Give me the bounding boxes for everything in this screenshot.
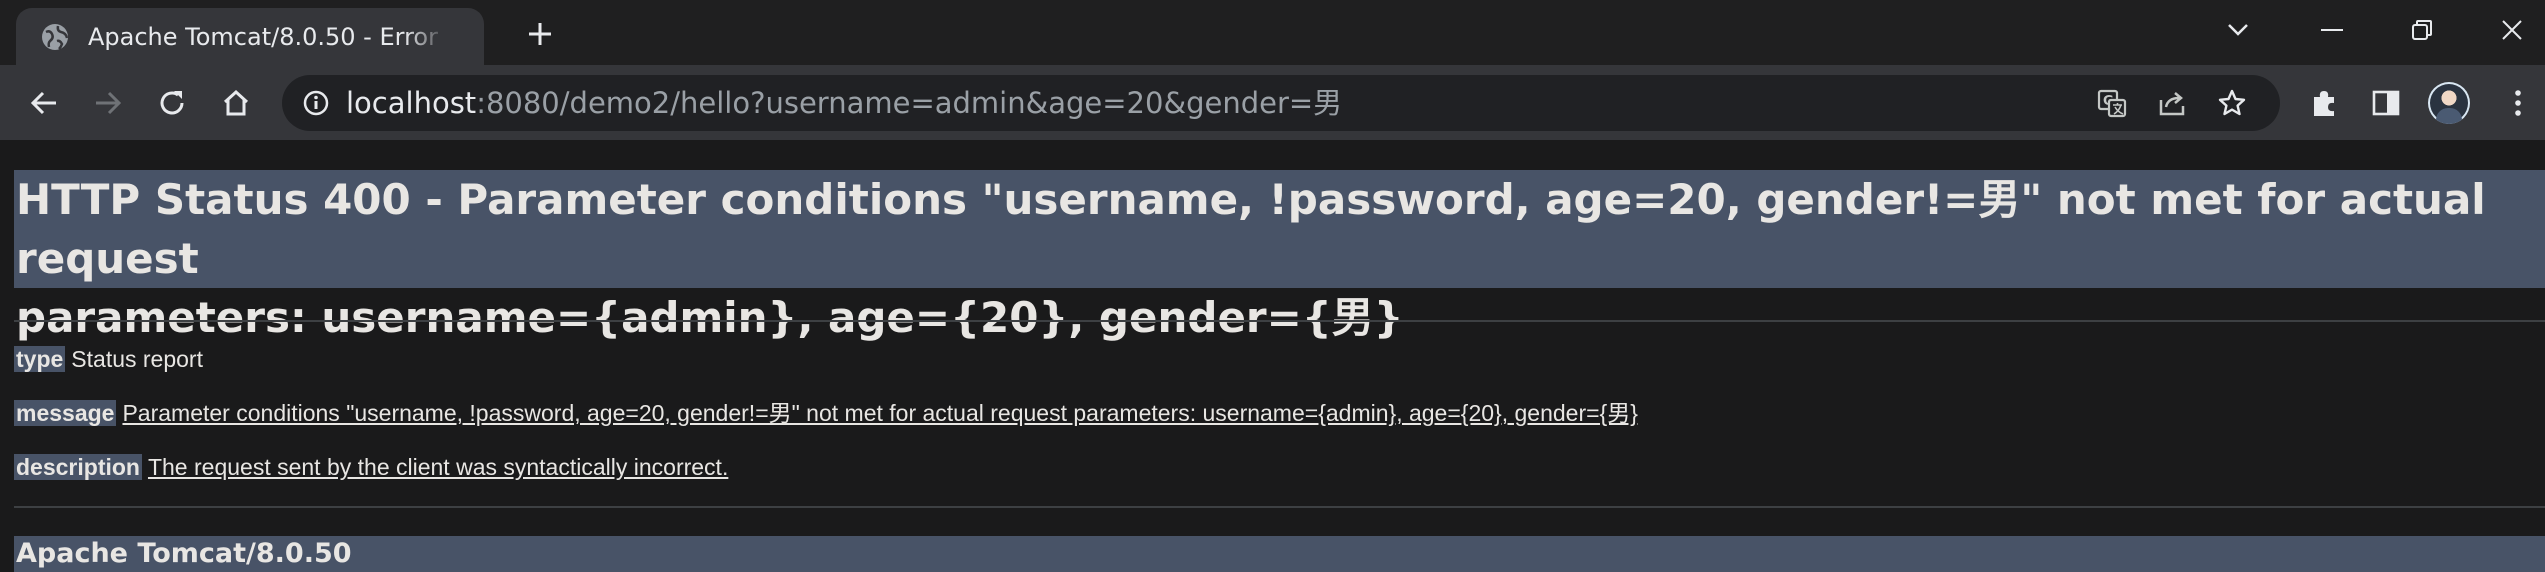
type-label: type bbox=[14, 346, 66, 372]
side-panel-button[interactable] bbox=[2364, 81, 2408, 125]
info-icon[interactable] bbox=[296, 83, 336, 123]
address-bar[interactable]: localhost:8080/demo2/hello?username=admi… bbox=[282, 75, 2280, 131]
new-tab-button[interactable] bbox=[518, 12, 562, 56]
page-content: HTTP Status 400 - Parameter conditions "… bbox=[0, 140, 2545, 572]
error-heading: HTTP Status 400 - Parameter conditions "… bbox=[14, 170, 2545, 342]
forward-button[interactable] bbox=[86, 81, 130, 125]
message-row: message Parameter conditions "username, !… bbox=[14, 397, 1638, 429]
tab-search-button[interactable] bbox=[2210, 8, 2266, 52]
reload-button[interactable] bbox=[150, 81, 194, 125]
url-path: :8080/demo2/hello?username=admin&age=20&… bbox=[476, 86, 1343, 120]
browser-menu-button[interactable] bbox=[2496, 81, 2540, 125]
home-icon bbox=[223, 89, 249, 116]
server-footer: Apache Tomcat/8.0.50 bbox=[14, 536, 2545, 572]
type-row: type Status report bbox=[14, 343, 203, 375]
globe-icon bbox=[40, 22, 70, 52]
type-value: Status report bbox=[71, 346, 203, 372]
close-window-button[interactable] bbox=[2484, 8, 2540, 52]
home-button[interactable] bbox=[214, 81, 258, 125]
minimize-button[interactable] bbox=[2304, 8, 2360, 52]
message-label: message bbox=[14, 400, 117, 426]
close-icon bbox=[2502, 20, 2522, 40]
message-value: Parameter conditions "username, !passwor… bbox=[122, 400, 1638, 426]
description-value: The request sent by the client was synta… bbox=[147, 454, 729, 480]
extensions-puzzle-icon bbox=[2314, 91, 2334, 116]
restore-icon bbox=[2412, 20, 2432, 40]
extensions-button[interactable] bbox=[2302, 81, 2346, 125]
plus-icon bbox=[529, 23, 551, 45]
description-row: description The request sent by the clien… bbox=[14, 451, 728, 483]
reload-icon bbox=[160, 91, 184, 115]
more-vert-icon bbox=[2515, 90, 2521, 116]
minimize-icon bbox=[2321, 29, 2343, 31]
avatar[interactable] bbox=[2428, 82, 2470, 124]
description-label: description bbox=[14, 454, 142, 480]
share-icon[interactable] bbox=[2152, 83, 2192, 123]
back-button[interactable] bbox=[22, 81, 66, 125]
divider bbox=[14, 506, 2545, 508]
url-host: localhost bbox=[346, 86, 477, 120]
tab-strip: Apache Tomcat/8.0.50 - Error report bbox=[0, 0, 2545, 65]
translate-icon[interactable]: G bbox=[2092, 83, 2132, 123]
forward-arrow-icon bbox=[96, 91, 122, 115]
tab-active[interactable]: Apache Tomcat/8.0.50 - Error report bbox=[16, 8, 484, 65]
back-arrow-icon bbox=[30, 91, 56, 115]
browser-toolbar: localhost:8080/demo2/hello?username=admi… bbox=[0, 65, 2545, 140]
restore-button[interactable] bbox=[2394, 8, 2450, 52]
star-icon[interactable] bbox=[2212, 83, 2252, 123]
chevron-down-icon bbox=[2228, 24, 2248, 36]
url-text[interactable]: localhost:8080/demo2/hello?username=admi… bbox=[346, 75, 1342, 131]
side-panel-icon bbox=[2372, 90, 2400, 116]
tab-title: Apache Tomcat/8.0.50 - Error report bbox=[88, 23, 448, 51]
divider bbox=[14, 320, 2545, 322]
